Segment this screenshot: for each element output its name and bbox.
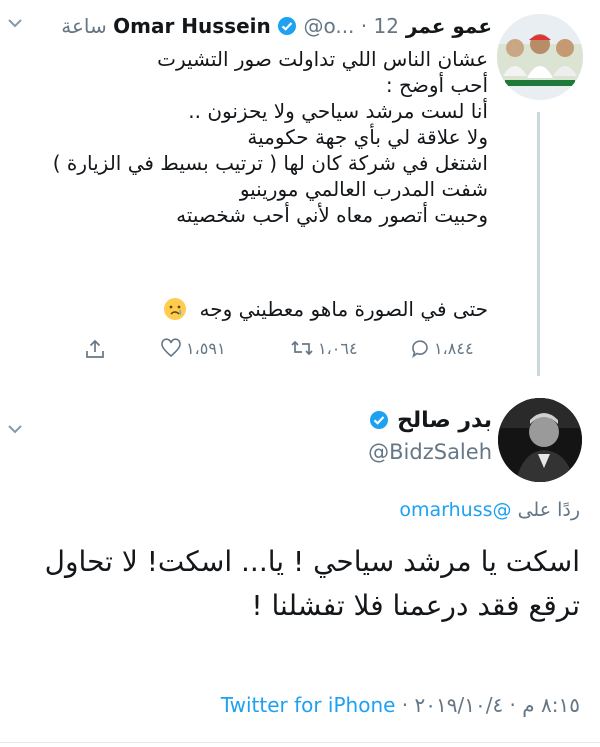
tweet1-last-line: حتى في الصورة ماهو معطيني وجه: [163, 297, 488, 321]
tweet1-avatar[interactable]: [497, 14, 583, 100]
tweet1-header: عمو عمر Omar Hussein @o... · 12 ساعة: [61, 14, 492, 38]
avatar-photo: [497, 14, 583, 100]
tweet2-date: ٢٠١٩/١٠/٤: [414, 693, 504, 717]
tweet1-line: اشتغل في شركة كان لها ( ترتيب بسيط في ال…: [52, 151, 488, 175]
separator-dot: ·: [360, 14, 374, 38]
replying-to: ردًا على @omarhuss: [399, 499, 580, 521]
tweet1-line: أنا لست مرشد سياحي ولا يحزنون ..: [188, 99, 488, 123]
divider: [0, 742, 600, 743]
tweet1-more-chevron-icon[interactable]: [8, 18, 22, 28]
avatar-photo: [498, 398, 582, 482]
retweet-icon[interactable]: [290, 338, 314, 358]
tweet2-more-chevron-icon[interactable]: [8, 424, 22, 434]
reply-prefix: ردًا على: [517, 499, 580, 521]
verified-badge-icon: [370, 411, 389, 429]
tweet2-name-row: بدر صالح: [369, 408, 492, 433]
tweet1-line: شفت المدرب العالمي مورينيو: [239, 177, 488, 201]
tweet2-line: ترقع فقد درعمنا فلا تفشلنا !: [251, 589, 580, 622]
like-action[interactable]: ١،٥٩١: [160, 338, 226, 358]
tweet2-meta: ٨:١٥ م · ٢٠١٩/١٠/٤ · Twitter for iPhone: [221, 693, 580, 717]
tweet1-line: ولا علاقة لي بأي جهة حكومية: [247, 125, 488, 149]
retweet-action[interactable]: ١،٠٦٤: [290, 338, 358, 358]
tweet2-time: ٨:١٥ م: [522, 693, 580, 717]
thread-line: [537, 112, 540, 376]
separator-dot: ·: [395, 693, 409, 717]
reply-count: ١،٨٤٤: [434, 338, 474, 358]
crying-face-emoji-icon: [164, 298, 187, 320]
tweet2-text: اسكت يا مرشد سياحي ! يا... اسكت! لا تحاو…: [20, 540, 580, 628]
reply-to-link[interactable]: @omarhuss: [399, 499, 511, 521]
tweet1-text: عشان الناس اللي تداولت صور التشيرت أحب أ…: [52, 46, 488, 228]
like-count: ١،٥٩١: [186, 338, 226, 358]
tweet2-avatar[interactable]: [498, 398, 582, 482]
retweet-count: ١،٠٦٤: [318, 338, 358, 358]
client-link[interactable]: Twitter for iPhone: [221, 693, 396, 717]
heart-icon[interactable]: [160, 338, 182, 358]
tweet1-handle[interactable]: @o...: [303, 14, 354, 38]
tweet2-line: اسكت يا مرشد سياحي ! يا... اسكت! لا تحاو…: [44, 545, 580, 578]
tweet2-display-name[interactable]: بدر صالح: [397, 408, 492, 433]
tweet1-line: وحبيت أتصور معاه لأني أحب شخصيته: [176, 203, 488, 227]
reply-action[interactable]: ١،٨٤٤: [410, 338, 474, 358]
share-icon[interactable]: [84, 338, 106, 360]
reply-icon[interactable]: [410, 338, 430, 358]
share-action[interactable]: [84, 338, 106, 360]
tweet1-line: عشان الناس اللي تداولت صور التشيرت: [157, 47, 488, 71]
verified-badge-icon: [278, 17, 297, 35]
separator-dot: ·: [503, 693, 516, 717]
tweet2-handle[interactable]: @BidzSaleh: [368, 440, 492, 464]
tweet1-last-line-text: حتى في الصورة ماهو معطيني وجه: [199, 297, 489, 321]
tweet1-line: أحب أوضح :: [385, 73, 488, 97]
